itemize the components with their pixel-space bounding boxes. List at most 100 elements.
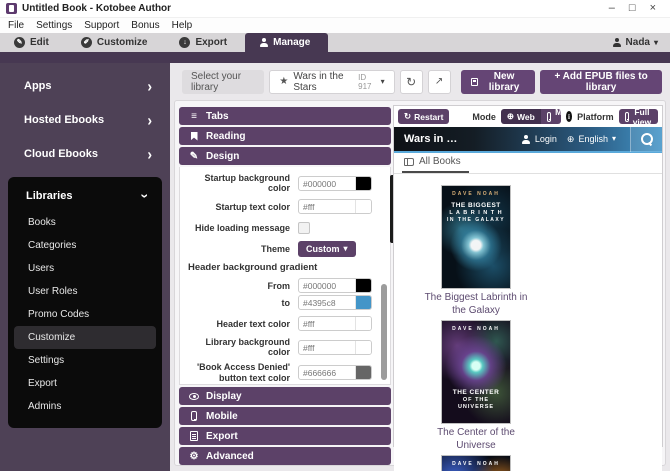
minimize-button[interactable]: – xyxy=(609,3,615,14)
section-design[interactable]: ✎ Design xyxy=(179,147,391,165)
setting-row-theme: Theme Custom ▾ xyxy=(186,241,376,257)
info-icon[interactable]: i xyxy=(566,111,572,122)
search-button[interactable] xyxy=(630,126,662,152)
book-item[interactable]: DAVE NOAH THE CENTER OF THE UNIVERSE The… xyxy=(420,321,532,452)
sidebar-item-users[interactable]: Users xyxy=(14,257,156,280)
sidebar-item-customize[interactable]: Customize xyxy=(14,326,156,349)
section-export[interactable]: Export xyxy=(179,427,391,445)
menu-bonus[interactable]: Bonus xyxy=(131,20,159,31)
sidebar-item-hosted-ebooks[interactable]: Hosted Ebooks › xyxy=(0,103,170,137)
book-title: The Center of the Universe xyxy=(420,427,532,452)
sidebar-item-libraries[interactable]: Libraries › xyxy=(8,181,162,211)
setting-row-library-bg: Library background color #fff xyxy=(186,337,376,358)
sidebar-item-apps[interactable]: Apps › xyxy=(0,69,170,103)
menu-support[interactable]: Support xyxy=(84,20,119,31)
gradient-to-input[interactable]: #4395c8 xyxy=(298,295,372,310)
theme-dropdown[interactable]: Custom ▾ xyxy=(298,241,356,257)
setting-label: From xyxy=(186,281,298,291)
startup-bg-color-input[interactable]: #000000 xyxy=(298,176,372,191)
mode-mobile-button[interactable]: Mobile app xyxy=(541,109,561,124)
full-view-button[interactable]: Full view xyxy=(619,109,658,124)
book-title: The Biggest Labrinth in the Galaxy xyxy=(420,292,532,317)
tab-customize[interactable]: ✐ Customize xyxy=(67,33,166,52)
login-button[interactable]: Login xyxy=(522,134,557,144)
book-cover: DAVE NOAH THE DAY THE SKY BURNED B R I G… xyxy=(442,456,510,471)
setting-row-startup-bg: Startup background color #000000 xyxy=(186,173,376,194)
book-item[interactable]: DAVE NOAH THE BIGGEST L A B R I N T H IN… xyxy=(420,186,532,317)
menu-settings[interactable]: Settings xyxy=(36,20,72,31)
main-tab-strip: ✎ Edit ✐ Customize ↓ Export Manage Nada … xyxy=(0,33,670,52)
app-logo-icon xyxy=(6,3,17,14)
sidebar-item-books[interactable]: Books xyxy=(14,211,156,234)
globe-icon: ⊕ xyxy=(507,111,514,122)
library-header: Wars in … Login ⊕ English ▾ xyxy=(394,127,662,153)
setting-row-gradient-from: From #000000 xyxy=(186,278,376,294)
user-name: Nada xyxy=(626,37,650,48)
chevron-right-icon: › xyxy=(147,145,152,163)
chevron-down-icon: ▾ xyxy=(654,39,658,47)
sidebar-item-export[interactable]: Export xyxy=(14,372,156,395)
star-icon: ★ xyxy=(279,76,288,87)
new-library-button[interactable]: New library xyxy=(461,70,536,94)
menu-file[interactable]: File xyxy=(8,20,24,31)
section-advanced[interactable]: ⚙ Advanced xyxy=(179,447,391,465)
section-mobile[interactable]: Mobile xyxy=(179,407,391,425)
external-link-icon: ↗ xyxy=(435,76,443,87)
section-tabs[interactable]: ≡ Tabs xyxy=(179,107,391,125)
sidebar-item-admins[interactable]: Admins xyxy=(14,395,156,418)
color-swatch[interactable] xyxy=(355,177,371,190)
app-window: Untitled Book - Kotobee Author – □ × Fil… xyxy=(0,0,670,471)
tab-export[interactable]: ↓ Export xyxy=(165,33,245,52)
library-title: Wars in … xyxy=(404,133,457,145)
gradient-from-input[interactable]: #000000 xyxy=(298,278,372,293)
denied-text-color-input[interactable]: #666666 xyxy=(298,365,372,380)
library-name: Wars in the Stars xyxy=(293,71,350,93)
tab-all-books[interactable]: All Books xyxy=(402,156,469,173)
language-dropdown[interactable]: ⊕ English ▾ xyxy=(567,134,616,145)
tab-manage[interactable]: Manage xyxy=(245,33,328,52)
phone-icon xyxy=(625,112,629,122)
library-dropdown[interactable]: ★ Wars in the Stars ID 917 ▾ xyxy=(269,70,394,94)
header-text-color-input[interactable]: #fff xyxy=(298,316,372,331)
color-swatch[interactable] xyxy=(355,366,371,379)
menu-bar: File Settings Support Bonus Help xyxy=(0,18,670,33)
menu-help[interactable]: Help xyxy=(172,20,193,31)
sidebar-item-promo-codes[interactable]: Promo Codes xyxy=(14,303,156,326)
sidebar-item-user-roles[interactable]: User Roles xyxy=(14,280,156,303)
color-swatch[interactable] xyxy=(355,341,371,354)
refresh-button[interactable]: ↻ xyxy=(400,70,423,94)
hide-loading-checkbox[interactable] xyxy=(298,222,310,234)
startup-text-color-input[interactable]: #fff xyxy=(298,199,372,214)
color-swatch[interactable] xyxy=(355,296,371,309)
mode-web-button[interactable]: ⊕ Web xyxy=(501,109,541,124)
section-reading[interactable]: Reading xyxy=(179,127,391,145)
book-cover: DAVE NOAH THE BIGGEST L A B R I N T H IN… xyxy=(442,186,510,288)
color-swatch[interactable] xyxy=(355,317,371,330)
design-scrollbar-thumb[interactable] xyxy=(381,284,387,380)
sidebar-item-settings[interactable]: Settings xyxy=(14,349,156,372)
section-display[interactable]: Display xyxy=(179,387,391,405)
person-icon xyxy=(522,135,531,144)
gear-icon: ⚙ xyxy=(189,451,199,462)
tab-edit[interactable]: ✎ Edit xyxy=(0,33,67,52)
open-external-button[interactable]: ↗ xyxy=(428,70,451,94)
sidebar-item-categories[interactable]: Categories xyxy=(14,234,156,257)
mode-toggle: ⊕ Web Mobile app xyxy=(501,109,561,124)
color-swatch[interactable] xyxy=(355,200,371,213)
close-button[interactable]: × xyxy=(650,3,656,14)
book-item[interactable]: DAVE NOAH THE DAY THE SKY BURNED B R I G… xyxy=(420,456,532,471)
sidebar-item-cloud-ebooks[interactable]: Cloud Ebooks › xyxy=(0,137,170,171)
user-menu[interactable]: Nada ▾ xyxy=(613,37,670,48)
add-epub-button[interactable]: + Add EPUB files to library xyxy=(540,70,662,94)
library-bg-color-input[interactable]: #fff xyxy=(298,340,372,355)
window-title: Untitled Book - Kotobee Author xyxy=(22,3,171,14)
restart-button[interactable]: ↻ Restart xyxy=(398,109,449,124)
library-preview-panel: ↻ Restart Mode ⊕ Web Mobile app i Platfo… xyxy=(393,105,663,447)
eye-icon xyxy=(189,393,199,400)
setting-label: 'Book Access Denied' button text color xyxy=(186,362,298,383)
phone-icon xyxy=(547,112,552,122)
color-swatch[interactable] xyxy=(355,279,371,292)
person-icon xyxy=(259,38,268,47)
maximize-button[interactable]: □ xyxy=(629,3,636,14)
chevron-right-icon: › xyxy=(147,111,152,129)
